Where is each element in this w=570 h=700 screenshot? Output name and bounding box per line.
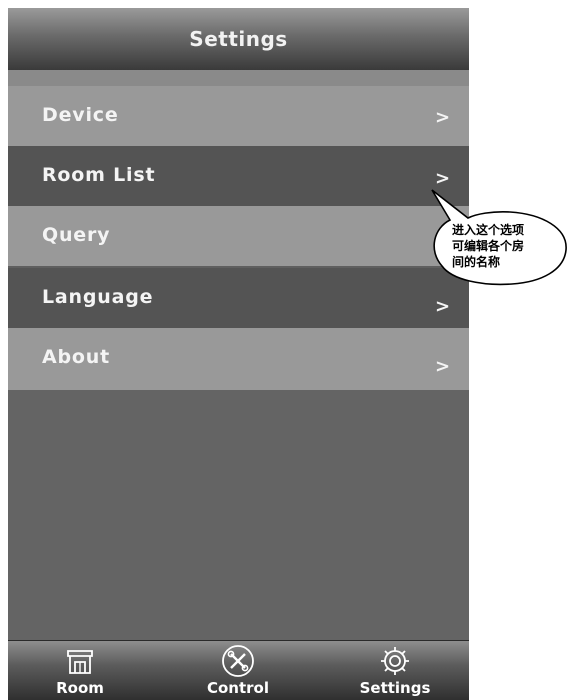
phone-screen: Settings Device > Room List > Query > La… — [8, 8, 469, 700]
empty-content-area — [8, 390, 469, 640]
tab-control[interactable]: Control — [178, 641, 298, 700]
tools-icon — [222, 645, 254, 677]
header-spacer — [8, 70, 469, 86]
chevron-right-icon: > — [435, 107, 451, 128]
header-bar: Settings — [8, 8, 469, 71]
tab-settings[interactable]: Settings — [335, 641, 455, 700]
callout-text: 进入这个选项 可编辑各个房 间的名称 — [452, 222, 562, 270]
callout-line: 可编辑各个房 — [452, 239, 525, 253]
tab-room[interactable]: Room — [20, 641, 140, 700]
menu-item-about[interactable]: About > — [8, 328, 469, 390]
callout-bubble: 进入这个选项 可编辑各个房 间的名称 — [412, 188, 570, 308]
tab-bar: Room Control Settings — [8, 640, 469, 700]
tab-room-label: Room — [56, 679, 104, 697]
menu-item-label: Room List — [42, 164, 156, 186]
menu-item-label: Language — [42, 286, 154, 308]
menu-item-query[interactable]: Query > — [8, 206, 469, 266]
menu-item-label: Query — [42, 224, 111, 246]
store-icon — [67, 650, 93, 674]
menu-item-label: Device — [42, 104, 119, 126]
page-title: Settings — [189, 27, 288, 51]
gear-icon — [381, 647, 409, 675]
tab-settings-label: Settings — [359, 679, 431, 697]
menu-item-language[interactable]: Language > — [8, 268, 469, 328]
callout-line: 进入这个选项 — [452, 223, 525, 237]
menu-item-device[interactable]: Device > — [8, 86, 469, 146]
callout-line: 间的名称 — [452, 255, 501, 269]
chevron-right-icon: > — [435, 356, 451, 377]
tab-control-label: Control — [206, 679, 269, 697]
menu-item-label: About — [42, 346, 110, 368]
chevron-right-icon: > — [435, 168, 451, 189]
menu-item-room-list[interactable]: Room List > — [8, 146, 469, 206]
